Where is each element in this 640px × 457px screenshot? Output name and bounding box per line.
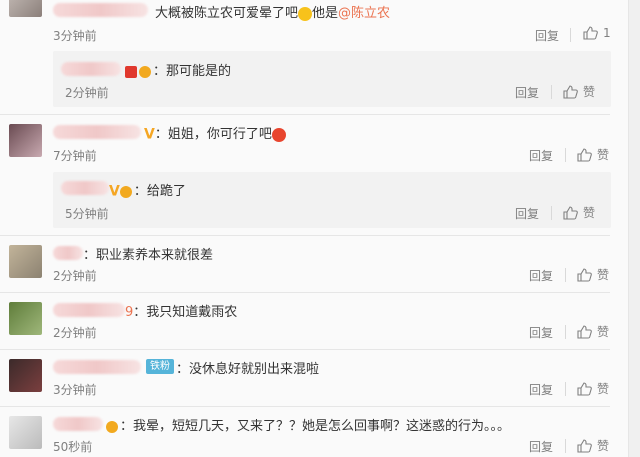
member-badge-icon [125,65,137,78]
divider [0,114,610,115]
divider [0,292,610,293]
reply-text: V ：给跪了 [109,180,186,200]
reply-button[interactable]: 回复 [529,147,553,164]
like-label: 赞 [583,206,596,220]
thumbs-up-icon [577,324,592,339]
comments-panel: 大概被陈立农可爱晕了吧 他是@陈立农 3分钟前 回复 1 ：那可能是的 2分钟前 … [0,0,628,457]
reply-box: ：那可能是的 2分钟前 回复 赞 [53,51,611,107]
divider [0,406,610,407]
reply-box: V ：给跪了 5分钟前 回复 赞 [53,172,611,228]
reply-text: ：那可能是的 [125,60,231,79]
comment-time: 2分钟前 [53,269,97,283]
like-label: 赞 [583,85,596,99]
laugh-emoji-icon [298,6,313,21]
mention-link[interactable]: @陈立农 [338,6,390,21]
username-blurred[interactable] [53,360,141,374]
avatar[interactable] [9,359,42,392]
like-label: 赞 [597,439,610,453]
reply-button[interactable]: 回复 [529,438,553,455]
comment-text-content: ：我晕，短短几天，又来了？？她是怎么回事啊？这迷惑的行为。。。 [120,419,511,434]
separator [565,382,566,396]
like-button[interactable]: 赞 [577,146,609,163]
reply-button[interactable]: 回复 [529,381,553,398]
comment-text: V：姐姐，你可行了吧 [144,123,286,143]
reply-text-content: ：那可能是的 [153,64,232,79]
fan-badge: 铁粉 [146,359,174,374]
username-blurred[interactable] [53,246,83,260]
thumbs-up-icon [583,26,598,40]
scrollbar[interactable] [628,0,640,457]
thumbs-up-icon [577,267,592,282]
comment-time: 2分钟前 [53,326,97,340]
comment-time: 3分钟前 [53,383,97,397]
level-badge-icon [119,185,132,198]
avatar[interactable] [9,0,42,17]
like-count: 1 [603,26,611,40]
separator [551,85,552,99]
thumbs-up-icon [563,84,578,99]
like-label: 赞 [597,382,610,396]
level-badge-icon [106,420,118,433]
thumbs-up-icon [577,438,592,453]
comment-time: 2分钟前 [65,86,109,100]
avatar[interactable] [9,124,42,157]
comment-time: 50秒前 [53,440,93,454]
comment-text: 9：我只知道戴雨农 [125,301,237,320]
comment-text: ：没休息好就别出来混啦 [176,362,320,377]
avatar[interactable] [9,416,42,449]
username-blurred[interactable] [53,3,148,17]
thumbs-up-icon [577,381,592,396]
comment-text: ：职业素养本来就很差 [83,248,214,263]
separator [565,148,566,162]
comment-text: 大概被陈立农可爱晕了吧 他是@陈立农 [155,2,390,21]
reply-text-content: ：给跪了 [133,184,186,199]
verified-icon: V [109,183,120,200]
like-label: 赞 [597,325,610,339]
reply-button[interactable]: 回复 [515,205,539,222]
divider [0,349,610,350]
comment-time: 3分钟前 [53,29,97,43]
like-button[interactable]: 1 [583,26,611,40]
separator [570,28,571,42]
separator [565,325,566,339]
separator [565,268,566,282]
angry-emoji-icon [271,127,286,142]
comment-text-content: ：姐姐，你可行了吧 [154,127,272,142]
comment-text-content: ：我只知道戴雨农 [133,305,238,320]
separator [551,206,552,220]
reply-button[interactable]: 回复 [529,324,553,341]
thumbs-up-icon [577,147,592,162]
username-blurred[interactable] [53,417,103,431]
avatar[interactable] [9,245,42,278]
username-blurred[interactable] [61,62,121,76]
like-label: 赞 [597,268,610,282]
like-button[interactable]: 赞 [577,380,609,397]
comment-text-part: 他是 [312,6,339,21]
comment-time: 5分钟前 [65,207,109,221]
like-button[interactable]: 赞 [577,437,609,454]
divider [0,235,610,236]
reply-button[interactable]: 回复 [529,267,553,284]
like-button[interactable]: 赞 [563,204,595,221]
like-button[interactable]: 赞 [577,323,609,340]
username-blurred[interactable] [53,303,125,317]
avatar[interactable] [9,302,42,335]
comment-time: 7分钟前 [53,149,97,163]
like-button[interactable]: 赞 [577,266,609,283]
thumbs-up-icon [563,205,578,220]
level-badge-icon [139,65,151,78]
username-blurred[interactable] [61,181,109,195]
like-button[interactable]: 赞 [563,83,595,100]
reply-button[interactable]: 回复 [535,27,559,44]
separator [565,439,566,453]
like-label: 赞 [597,148,610,162]
username-blurred[interactable] [53,125,141,139]
comment-text: ：我晕，短短几天，又来了？？她是怎么回事啊？这迷惑的行为。。。 [106,415,510,434]
comment-text-part: 大概被陈立农可爱晕了吧 [155,6,299,21]
verified-icon: V [144,126,155,143]
reply-button[interactable]: 回复 [515,84,539,101]
